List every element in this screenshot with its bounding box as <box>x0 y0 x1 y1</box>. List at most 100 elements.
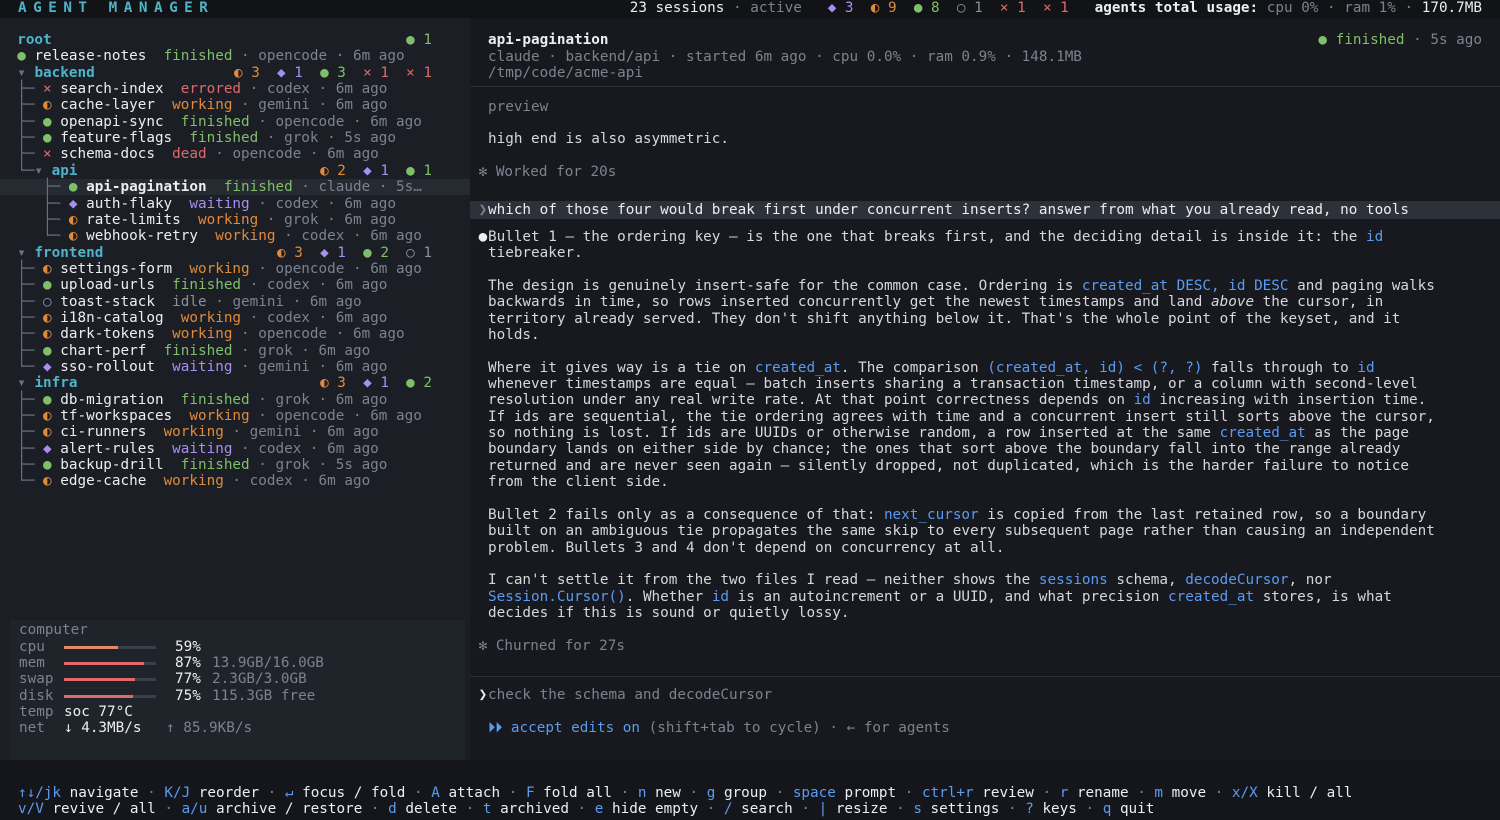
mem-bar <box>64 662 156 665</box>
separator: · <box>612 785 638 801</box>
session-row[interactable]: ├─ × schema-docs dead · opencode · 6m ag… <box>0 146 470 162</box>
session-status: idle <box>172 293 207 310</box>
session-agent: codex <box>266 309 310 326</box>
session-row[interactable]: ├─ ◐ cache-layer working · gemini · 6m a… <box>0 97 470 113</box>
help-key: d <box>388 801 397 817</box>
session-row[interactable]: ├─ ◐ rate-limits working · grok · 6m ago <box>0 212 470 228</box>
session-name: sso-rollout <box>60 359 155 375</box>
separator: · <box>1076 801 1103 817</box>
session-agent: gemini <box>232 293 285 310</box>
keybinding-help: ↑↓/jk navigate · K/J reorder · ↵ focus /… <box>0 760 1500 820</box>
session-row[interactable]: ├─ ● backup-drill finished · grok · 5s a… <box>0 457 470 473</box>
separator: · <box>138 785 165 801</box>
session-row[interactable]: └─ ◐ webhook-retry working · codex · 6m … <box>0 228 470 244</box>
session-name: chart-perf <box>60 342 147 359</box>
session-row[interactable]: ├─ × search-index errored · codex · 6m a… <box>0 81 470 97</box>
session-row[interactable]: ├─ ● openapi-sync finished · opencode · … <box>0 114 470 130</box>
session-name: db-migration <box>60 391 164 408</box>
session-tree: root ● 1 ● release-notes finished · openc… <box>0 32 470 622</box>
session-row[interactable]: ├─ ○ toast-stack idle · gemini · 6m ago <box>0 294 470 310</box>
help-desc: group <box>723 785 767 801</box>
accept-edits-icon: ⏵⏵ <box>488 720 503 736</box>
usage-summary: 23 sessions · active ◆ 3 ◐ 9 ● 8 ○ 1 × 1… <box>629 0 1482 16</box>
session-row[interactable]: ├─ ◐ i18n-catalog working · codex · 6m a… <box>0 310 470 326</box>
status-icon: × <box>43 81 52 98</box>
session-row[interactable]: ├─ ◆ alert-rules waiting · codex · 6m ag… <box>0 441 470 457</box>
separator: · <box>568 801 595 817</box>
mode-indicator[interactable]: ⏵⏵ accept edits on (shift+tab to cycle) … <box>488 720 950 736</box>
session-agent: codex <box>258 440 302 457</box>
session-status: finished <box>163 342 233 359</box>
session-row[interactable]: ├─ ◐ settings-form working · opencode · … <box>0 261 470 277</box>
session-name: feature-flags <box>60 130 173 147</box>
session-ago: 6m ago <box>370 228 422 245</box>
session-agent: grok <box>275 391 310 408</box>
tree-branch: ├─ <box>17 408 44 425</box>
separator: · <box>887 801 914 817</box>
status-icon: ◐ <box>43 326 52 343</box>
group-row[interactable]: ▾ backend ◐ 3 ◆ 1 ● 3 × 1 × 1 <box>0 65 470 81</box>
status-icon: ● <box>43 457 52 474</box>
session-row[interactable]: ├─ ● api-pagination finished · claude · … <box>0 179 470 196</box>
separator: · <box>500 785 526 801</box>
session-row[interactable]: └─ ◐ edge-cache working · codex · 6m ago <box>0 473 470 489</box>
session-agent: gemini <box>249 424 302 441</box>
tree-branch <box>0 163 17 179</box>
session-status: working <box>180 309 242 326</box>
session-ago: 6m ago <box>352 48 405 65</box>
help-desc: settings <box>930 801 1000 817</box>
help-desc: rename <box>1076 785 1129 801</box>
help-desc: kill / all <box>1266 785 1353 801</box>
help-desc: new <box>655 785 681 801</box>
help-desc: fold all <box>543 785 613 801</box>
session-row[interactable]: ├─ ● upload-urls finished · codex · 6m a… <box>0 277 470 293</box>
preview-label: preview <box>488 99 549 115</box>
session-row[interactable]: ● release-notes finished · opencode · 6m… <box>0 48 470 64</box>
session-row[interactable]: ├─ ◆ auth-flaky waiting · codex · 6m ago <box>0 196 470 212</box>
session-agent: codex <box>266 81 310 98</box>
session-ago: 6m ago <box>335 359 388 375</box>
separator: · <box>767 785 793 801</box>
group-counts: ◐ 3 ◆ 1 ● 2 ○ 1 <box>277 244 432 261</box>
waiting-badge: ◆ 3 <box>827 0 854 16</box>
session-row[interactable]: ├─ ● chart-perf finished · grok · 6m ago <box>0 343 470 359</box>
session-agent: codex <box>301 228 345 245</box>
group-row[interactable]: ▾ infra ◐ 3 ◆ 1 ● 2 <box>0 375 470 391</box>
session-row[interactable]: └─ ◆ sso-rollout waiting · gemini · 6m a… <box>0 359 470 375</box>
help-desc: attach <box>448 785 501 801</box>
cpu-bar <box>64 646 156 649</box>
session-status: waiting <box>189 195 250 212</box>
session-row[interactable]: ├─ ◐ dark-tokens working · opencode · 6m… <box>0 326 470 342</box>
session-row[interactable]: ├─ ◐ tf-workspaces working · opencode · … <box>0 408 470 424</box>
session-agent: grok <box>258 342 293 359</box>
session-row[interactable]: ├─ ● feature-flags finished · grok · 5s … <box>0 130 470 146</box>
help-desc: delete <box>405 801 458 817</box>
disk-bar <box>64 695 156 698</box>
help-key: ↑↓/jk <box>18 785 62 801</box>
prompt-input[interactable]: check the schema and decodeCursor <box>488 687 772 703</box>
group-row[interactable]: ▾ frontend ◐ 3 ◆ 1 ● 2 ○ 1 <box>0 245 470 261</box>
session-agent: opencode <box>275 113 345 130</box>
session-row[interactable]: ├─ ● db-migration finished · grok · 6m a… <box>0 392 470 408</box>
worked-label: Worked for 20s <box>495 164 617 180</box>
group-name: infra <box>34 375 78 392</box>
session-row[interactable]: ├─ ◐ ci-runners working · gemini · 6m ag… <box>0 424 470 440</box>
session-name: release-notes <box>34 48 147 65</box>
tree-branch: ▾ <box>17 375 35 392</box>
session-agent: claude <box>318 179 371 196</box>
status-icon: ◆ <box>43 359 52 375</box>
session-status: working <box>189 260 250 277</box>
group-row[interactable]: root ● 1 <box>0 32 470 48</box>
session-ago: 5s ago <box>335 457 388 474</box>
group-row[interactable]: └─▾ api ◐ 2 ◆ 1 ● 1 <box>0 163 470 179</box>
status-icon: ● <box>43 342 52 359</box>
